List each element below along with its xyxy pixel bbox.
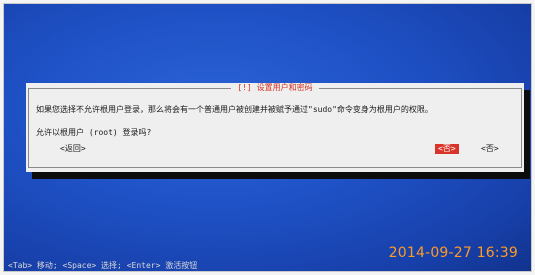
installer-screen: { "dialog": { "title": "[!] 设置用户和密码", "m… bbox=[0, 0, 535, 275]
no-button[interactable]: <否> bbox=[435, 144, 459, 154]
dialog: [!] 设置用户和密码 如果您选择不允许根用户登录，那么将会有一个普通用户被创建… bbox=[26, 83, 524, 172]
dialog-title-text: [!] 设置用户和密码 bbox=[231, 83, 319, 92]
dialog-message: 如果您选择不允许根用户登录，那么将会有一个普通用户被创建并被赋予通过"sudo"… bbox=[36, 105, 433, 114]
back-button[interactable]: <返回> bbox=[59, 144, 87, 154]
dialog-question: 允许以根用户 (root) 登录吗? bbox=[36, 128, 152, 137]
dialog-title: [!] 设置用户和密码 bbox=[26, 82, 524, 94]
photo-timestamp: 2014-09-27 16:39 bbox=[388, 245, 518, 261]
keyboard-hint: <Tab> 移动; <Space> 选择; <Enter> 激活按钮 bbox=[8, 261, 198, 270]
yes-button[interactable]: <否> bbox=[480, 144, 500, 154]
